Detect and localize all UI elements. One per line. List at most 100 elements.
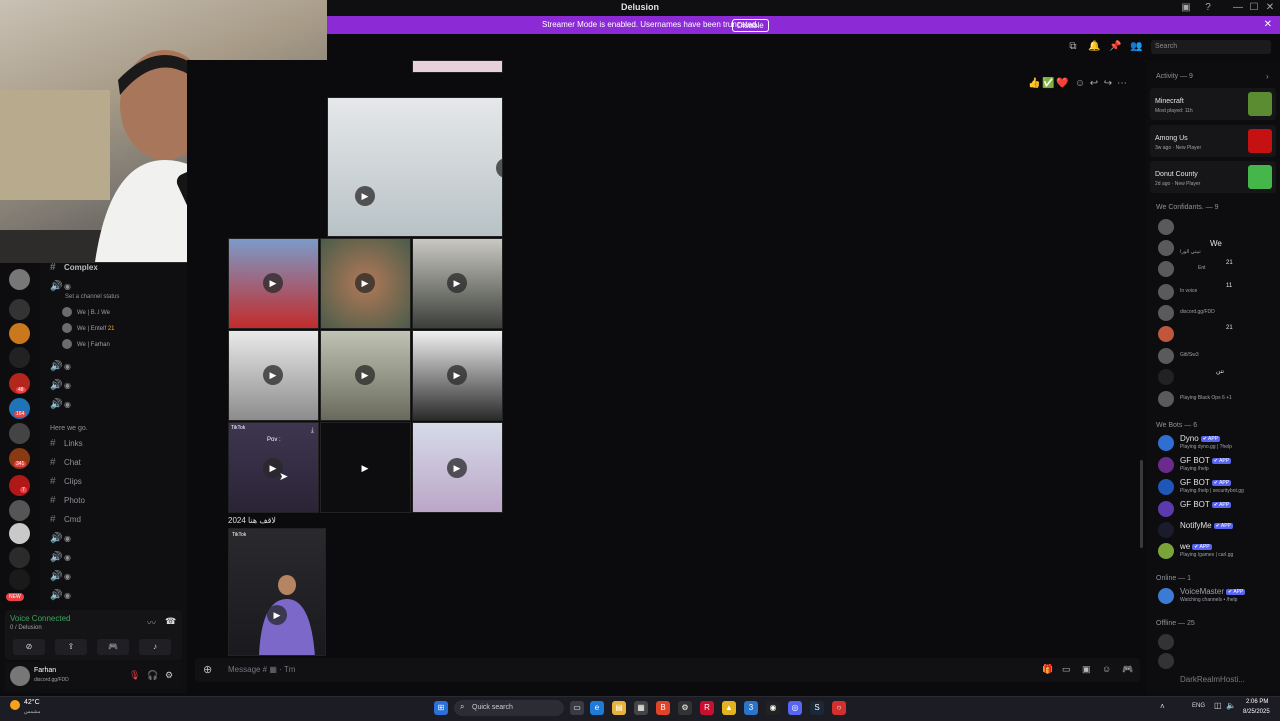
server-icon[interactable] bbox=[9, 547, 30, 568]
message-input[interactable]: Message # ▦ · Tm bbox=[228, 665, 295, 674]
volume-icon[interactable]: 🔈 bbox=[1226, 701, 1236, 710]
close-button[interactable]: ✕ bbox=[1262, 1, 1278, 15]
channel-links[interactable]: # Links bbox=[50, 436, 83, 452]
play-icon[interactable]: ▶ bbox=[447, 458, 467, 478]
start-icon[interactable]: ⊞ bbox=[434, 701, 448, 715]
forward-icon[interactable]: ↪ bbox=[1102, 78, 1114, 90]
mic-muted-icon[interactable]: 🎙 bbox=[129, 670, 140, 681]
threads-icon[interactable]: ⧉ bbox=[1067, 41, 1079, 53]
add-reaction-icon[interactable]: ☺ bbox=[1074, 78, 1086, 90]
reaction-heart[interactable]: ❤️ bbox=[1056, 78, 1068, 90]
channel-chat[interactable]: # Chat bbox=[50, 455, 81, 471]
apps-icon[interactable]: 🎮 bbox=[1122, 664, 1133, 675]
play-icon[interactable]: ▶ bbox=[263, 273, 283, 293]
server-icon[interactable] bbox=[9, 347, 30, 368]
close-icon[interactable]: ✕ bbox=[1264, 16, 1272, 34]
voice-channel[interactable]: 🔊 ◉ bbox=[50, 378, 71, 394]
play-icon[interactable]: ▶ bbox=[263, 365, 283, 385]
server-icon[interactable] bbox=[9, 299, 30, 320]
obs-icon[interactable]: ◉ bbox=[766, 701, 780, 715]
app-icon[interactable]: ▲ bbox=[722, 701, 736, 715]
server-icon[interactable] bbox=[9, 323, 30, 344]
maximize-button[interactable]: ☐ bbox=[1246, 1, 1262, 15]
language-indicator[interactable]: ENG bbox=[1192, 703, 1205, 709]
server-icon[interactable] bbox=[9, 523, 30, 544]
voice-channel[interactable]: 🔊 ◉ bbox=[50, 569, 71, 585]
server-icon[interactable] bbox=[9, 500, 30, 521]
weather-temp[interactable]: 42°C bbox=[24, 699, 40, 706]
inbox-icon[interactable]: ▣ bbox=[1178, 1, 1194, 15]
steam-icon[interactable]: ⚙ bbox=[678, 701, 692, 715]
weather-icon[interactable] bbox=[10, 700, 20, 710]
server-icon[interactable] bbox=[9, 569, 30, 590]
brave-icon[interactable]: B bbox=[656, 701, 670, 715]
activity-button[interactable]: 🎮 bbox=[97, 639, 129, 655]
soundboard-button[interactable]: ♪ bbox=[139, 639, 171, 655]
bell-icon[interactable]: 🔔 bbox=[1088, 41, 1100, 53]
voice-location[interactable]: 0 / Delusion bbox=[10, 625, 42, 631]
reaction-check[interactable]: ✅ bbox=[1042, 78, 1054, 90]
app-icon[interactable]: ○ bbox=[832, 701, 846, 715]
avatar[interactable] bbox=[10, 666, 30, 686]
voice-channel[interactable]: 🔊 ◉ bbox=[50, 588, 71, 604]
search-input[interactable]: Search bbox=[1151, 40, 1271, 54]
chat-scrollbar[interactable] bbox=[1140, 460, 1143, 548]
voice-user[interactable]: We | B..l We bbox=[62, 306, 110, 320]
server-icon[interactable] bbox=[9, 269, 30, 290]
chevron-right-icon[interactable]: › bbox=[1266, 72, 1269, 81]
reaction-thumbs-up[interactable]: 👍 bbox=[1028, 78, 1040, 90]
reply-icon[interactable]: ↩ bbox=[1088, 78, 1100, 90]
play-icon[interactable]: ▶ bbox=[447, 273, 467, 293]
store-icon[interactable]: ▦ bbox=[634, 701, 648, 715]
discord-icon[interactable]: ◎ bbox=[788, 701, 802, 715]
wifi-icon[interactable]: ◫ bbox=[1214, 701, 1222, 710]
app-icon[interactable]: 3 bbox=[744, 701, 758, 715]
play-icon[interactable]: ▶ bbox=[267, 605, 287, 625]
camera-off-button[interactable]: ⊘ bbox=[13, 639, 45, 655]
voice-user[interactable]: We | Farhan bbox=[62, 338, 110, 352]
channel-clips[interactable]: # Clips bbox=[50, 474, 82, 490]
voice-channel[interactable]: 🔊 ◉ bbox=[50, 531, 71, 547]
voice-channel[interactable]: 🔊 ◉ bbox=[50, 397, 71, 413]
play-icon[interactable] bbox=[496, 158, 502, 178]
voice-channel-active[interactable]: 🔊 ◉ bbox=[50, 279, 71, 295]
voice-channel[interactable]: 🔊 ◉ bbox=[50, 550, 71, 566]
clock-date[interactable]: 8/25/2025 bbox=[1243, 709, 1270, 715]
channel-cmd[interactable]: # Cmd bbox=[50, 512, 81, 528]
chevron-up-icon[interactable]: ˄ bbox=[1160, 702, 1165, 711]
steam-icon[interactable]: S bbox=[810, 701, 824, 715]
members-icon[interactable]: 👥 bbox=[1130, 41, 1142, 53]
disconnect-icon[interactable]: ☎ bbox=[165, 616, 176, 627]
screen-share-button[interactable]: ⇪ bbox=[55, 639, 87, 655]
search-bar[interactable]: ⌕ Quick search bbox=[454, 700, 564, 716]
app-icon[interactable]: R bbox=[700, 701, 714, 715]
task-view-icon[interactable]: ▭ bbox=[570, 701, 584, 715]
add-attachment-icon[interactable]: ⊕ bbox=[203, 663, 212, 676]
video-attachment[interactable] bbox=[327, 97, 503, 237]
gift-icon[interactable]: 🎁 bbox=[1042, 664, 1053, 675]
play-icon[interactable]: ▶ bbox=[355, 186, 375, 206]
voice-user[interactable]: We | Entelf 21 bbox=[62, 322, 115, 336]
channel-photo[interactable]: # Photo bbox=[50, 493, 85, 509]
more-icon[interactable]: ⋯ bbox=[1116, 78, 1128, 90]
play-icon[interactable]: ▶ bbox=[355, 365, 375, 385]
clock-time[interactable]: 2:06 PM bbox=[1246, 699, 1268, 705]
noise-suppression-icon[interactable]: 〰 bbox=[147, 616, 156, 629]
category-here-we-go[interactable]: Here we go. bbox=[50, 425, 88, 432]
emoji-icon[interactable]: ☺ bbox=[1102, 664, 1111, 674]
deafen-icon[interactable]: 🎧 bbox=[147, 670, 158, 681]
explorer-icon[interactable]: ▤ bbox=[612, 701, 626, 715]
activity-card-among-us[interactable]: Among Us 3w ago · New Player bbox=[1150, 125, 1276, 157]
server-icon[interactable] bbox=[9, 475, 30, 496]
play-icon[interactable]: ▶ bbox=[355, 458, 375, 478]
activity-card-donut-county[interactable]: Donut County 2d ago · New Player bbox=[1150, 161, 1276, 193]
disable-streamer-button[interactable]: Disable bbox=[732, 19, 769, 32]
channel-complex[interactable]: # Complex bbox=[50, 260, 98, 276]
gear-icon[interactable]: ⚙ bbox=[165, 670, 173, 681]
download-icon[interactable]: ⤓ bbox=[311, 427, 314, 435]
channel-status-hint[interactable]: Set a channel status bbox=[65, 294, 119, 300]
image-attachment[interactable] bbox=[412, 60, 503, 73]
server-icon[interactable] bbox=[9, 423, 30, 444]
pin-icon[interactable]: 📌 bbox=[1109, 41, 1121, 53]
activity-card-minecraft[interactable]: Minecraft Most played: 11h bbox=[1150, 88, 1276, 120]
